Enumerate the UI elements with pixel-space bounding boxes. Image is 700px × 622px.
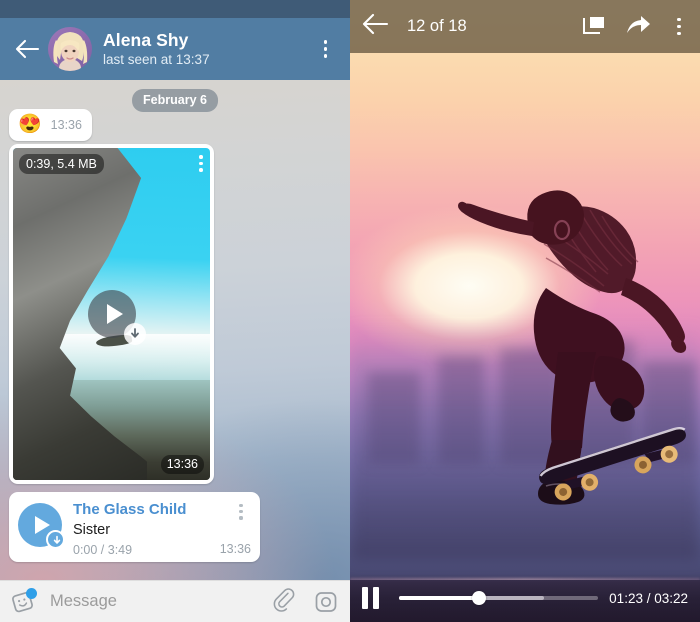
dual-screenshot-composite: Alena Shy last seen at 13:37 February 6 … bbox=[0, 0, 700, 622]
overflow-menu-icon[interactable] bbox=[199, 155, 203, 172]
pause-icon[interactable] bbox=[362, 587, 384, 609]
message-input[interactable]: Message bbox=[50, 592, 258, 611]
seek-progress bbox=[399, 596, 479, 600]
picture-in-picture-icon[interactable] bbox=[581, 13, 609, 41]
video-thumbnail[interactable]: 0:39, 5.4 MB 13:36 bbox=[13, 148, 210, 480]
overflow-menu-icon[interactable] bbox=[669, 17, 689, 36]
overflow-menu-icon[interactable] bbox=[314, 40, 340, 58]
sticker-icon[interactable] bbox=[10, 587, 37, 615]
heart-eyes-emoji-icon: 😍 bbox=[18, 114, 42, 135]
video-player-panel: 12 of 18 01:23 / 03:22 bbox=[350, 0, 700, 622]
camera-icon[interactable] bbox=[312, 588, 340, 616]
sticker-badge bbox=[26, 587, 37, 599]
player-top-bar: 12 of 18 bbox=[350, 0, 700, 53]
play-icon[interactable] bbox=[18, 503, 65, 549]
audio-progress-label: 0:00 / 3:49 bbox=[73, 543, 133, 558]
chat-header: Alena Shy last seen at 13:37 bbox=[0, 18, 350, 80]
seek-handle[interactable] bbox=[471, 591, 486, 605]
video-size-label: 0:39, 5.4 MB bbox=[19, 154, 104, 174]
contact-status: last seen at 13:37 bbox=[103, 52, 210, 68]
audio-meta-block: The Glass Child Sister 0:00 / 3:49 bbox=[73, 500, 232, 557]
page-title: 12 of 18 bbox=[407, 17, 467, 35]
message-timestamp: 13:36 bbox=[160, 455, 204, 474]
skateboarder-silhouette bbox=[458, 190, 687, 505]
audio-artist: Sister bbox=[73, 522, 111, 538]
avatar[interactable] bbox=[48, 27, 92, 71]
list-item[interactable]: 0:39, 5.4 MB 13:36 bbox=[9, 144, 214, 484]
share-icon[interactable] bbox=[625, 13, 653, 41]
back-arrow-icon[interactable] bbox=[361, 11, 393, 43]
chat-title-block[interactable]: Alena Shy last seen at 13:37 bbox=[103, 30, 314, 68]
seek-slider[interactable] bbox=[399, 588, 599, 608]
message-timestamp: 13:36 bbox=[219, 542, 251, 556]
time-display: 01:23 / 03:22 bbox=[609, 590, 688, 606]
list-item[interactable]: 😍 13:36 bbox=[9, 109, 92, 141]
skateboarder-sunset-photo[interactable] bbox=[350, 0, 700, 622]
download-icon[interactable] bbox=[123, 323, 146, 345]
contact-name: Alena Shy bbox=[103, 30, 189, 51]
player-controls: 01:23 / 03:22 bbox=[350, 574, 700, 622]
status-bar bbox=[0, 0, 350, 18]
back-arrow-icon[interactable] bbox=[10, 32, 44, 66]
date-separator: February 6 bbox=[132, 89, 218, 112]
audio-title: The Glass Child bbox=[73, 501, 187, 518]
download-icon[interactable] bbox=[46, 530, 65, 549]
message-input-bar: Message bbox=[0, 580, 350, 622]
paperclip-icon[interactable] bbox=[271, 587, 299, 616]
chat-message-list[interactable]: February 6 😍 13:36 0:39, 5.4 MB 13:36 Th… bbox=[0, 80, 350, 580]
telegram-chat-panel: Alena Shy last seen at 13:37 February 6 … bbox=[0, 0, 350, 622]
message-timestamp: 13:36 bbox=[50, 117, 82, 132]
overflow-menu-icon[interactable] bbox=[232, 504, 250, 520]
list-item[interactable]: The Glass Child Sister 0:00 / 3:49 13:36 bbox=[9, 492, 260, 562]
